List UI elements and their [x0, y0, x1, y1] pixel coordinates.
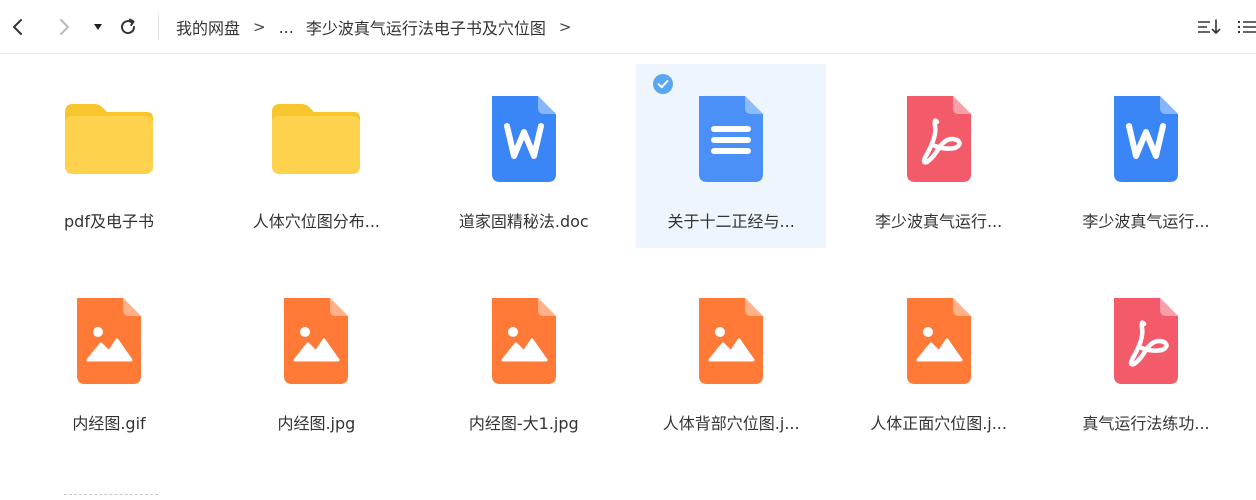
- file-item[interactable]: 内经图.jpg: [221, 266, 411, 450]
- file-name: 内经图-大1.jpg: [468, 414, 579, 433]
- breadcrumb-current[interactable]: 李少波真气运行法电子书及穴位图: [306, 15, 546, 39]
- pdf-icon: [893, 92, 985, 184]
- image-file-icon: [270, 294, 362, 386]
- refresh-button[interactable]: [116, 12, 140, 42]
- file-name: 李少波真气运行...: [1082, 212, 1210, 231]
- file-item[interactable]: 道家固精秘法.doc: [429, 64, 619, 248]
- chevron-right-icon: [60, 19, 69, 35]
- breadcrumb-root[interactable]: 我的网盘: [176, 15, 240, 39]
- file-item[interactable]: 李少波真气运行...: [1051, 64, 1241, 248]
- document-icon: [685, 92, 777, 184]
- sort-button[interactable]: [1194, 12, 1224, 42]
- file-name: pdf及电子书: [64, 212, 154, 231]
- file-item[interactable]: 真气运行法练功...: [1051, 266, 1241, 450]
- breadcrumb: 我的网盘 > ... 李少波真气运行法电子书及穴位图 >: [176, 14, 584, 40]
- word-doc-icon: [478, 92, 570, 184]
- breadcrumb-ellipsis[interactable]: ...: [279, 18, 294, 37]
- refresh-icon: [121, 18, 136, 35]
- file-name: 人体正面穴位图.j...: [870, 414, 1007, 433]
- file-name: 关于十二正经与...: [667, 212, 795, 231]
- file-item[interactable]: 关于十二正经与...: [636, 64, 827, 248]
- pdf-icon: [1100, 294, 1192, 386]
- file-item[interactable]: 人体穴位图分布...: [221, 64, 411, 248]
- file-item[interactable]: 李少波真气运行...: [844, 64, 1034, 248]
- file-item[interactable]: 人体正面穴位图.j...: [844, 266, 1034, 450]
- folder-icon: [63, 92, 155, 184]
- image-file-icon: [893, 294, 985, 386]
- file-item[interactable]: pdf及电子书: [14, 64, 204, 248]
- sort-icon: [1198, 19, 1221, 34]
- file-name: 道家固精秘法.doc: [458, 212, 589, 231]
- list-view-icon: [1238, 21, 1256, 33]
- view-toggle-button[interactable]: [1236, 12, 1256, 42]
- breadcrumb-separator: >: [253, 18, 266, 36]
- scroll-hint-divider: [64, 494, 158, 495]
- image-file-icon: [63, 294, 155, 386]
- file-name: 内经图.jpg: [277, 414, 356, 433]
- folder-icon: [270, 92, 362, 184]
- word-doc-icon: [1100, 92, 1192, 184]
- forward-button[interactable]: [52, 12, 76, 42]
- file-name: 真气运行法练功...: [1082, 414, 1210, 433]
- toolbar: 我的网盘 > ... 李少波真气运行法电子书及穴位图 >: [0, 0, 1256, 54]
- history-dropdown[interactable]: [90, 12, 106, 42]
- chevron-left-icon: [13, 19, 22, 35]
- file-name: 人体背部穴位图.j...: [662, 414, 800, 433]
- caret-down-icon: [94, 24, 102, 30]
- file-name: 人体穴位图分布...: [252, 212, 381, 231]
- breadcrumb-trailing-separator[interactable]: >: [559, 18, 572, 36]
- file-item[interactable]: 人体背部穴位图.j...: [636, 266, 826, 450]
- toolbar-divider: [158, 14, 159, 40]
- back-button[interactable]: [6, 12, 30, 42]
- file-name: 李少波真气运行...: [874, 212, 1003, 231]
- image-file-icon: [478, 294, 570, 386]
- file-name: 内经图.gif: [72, 414, 146, 433]
- image-file-icon: [685, 294, 777, 386]
- file-item[interactable]: 内经图-大1.jpg: [429, 266, 619, 450]
- selected-check-icon[interactable]: [653, 74, 674, 98]
- file-item[interactable]: 内经图.gif: [14, 266, 204, 450]
